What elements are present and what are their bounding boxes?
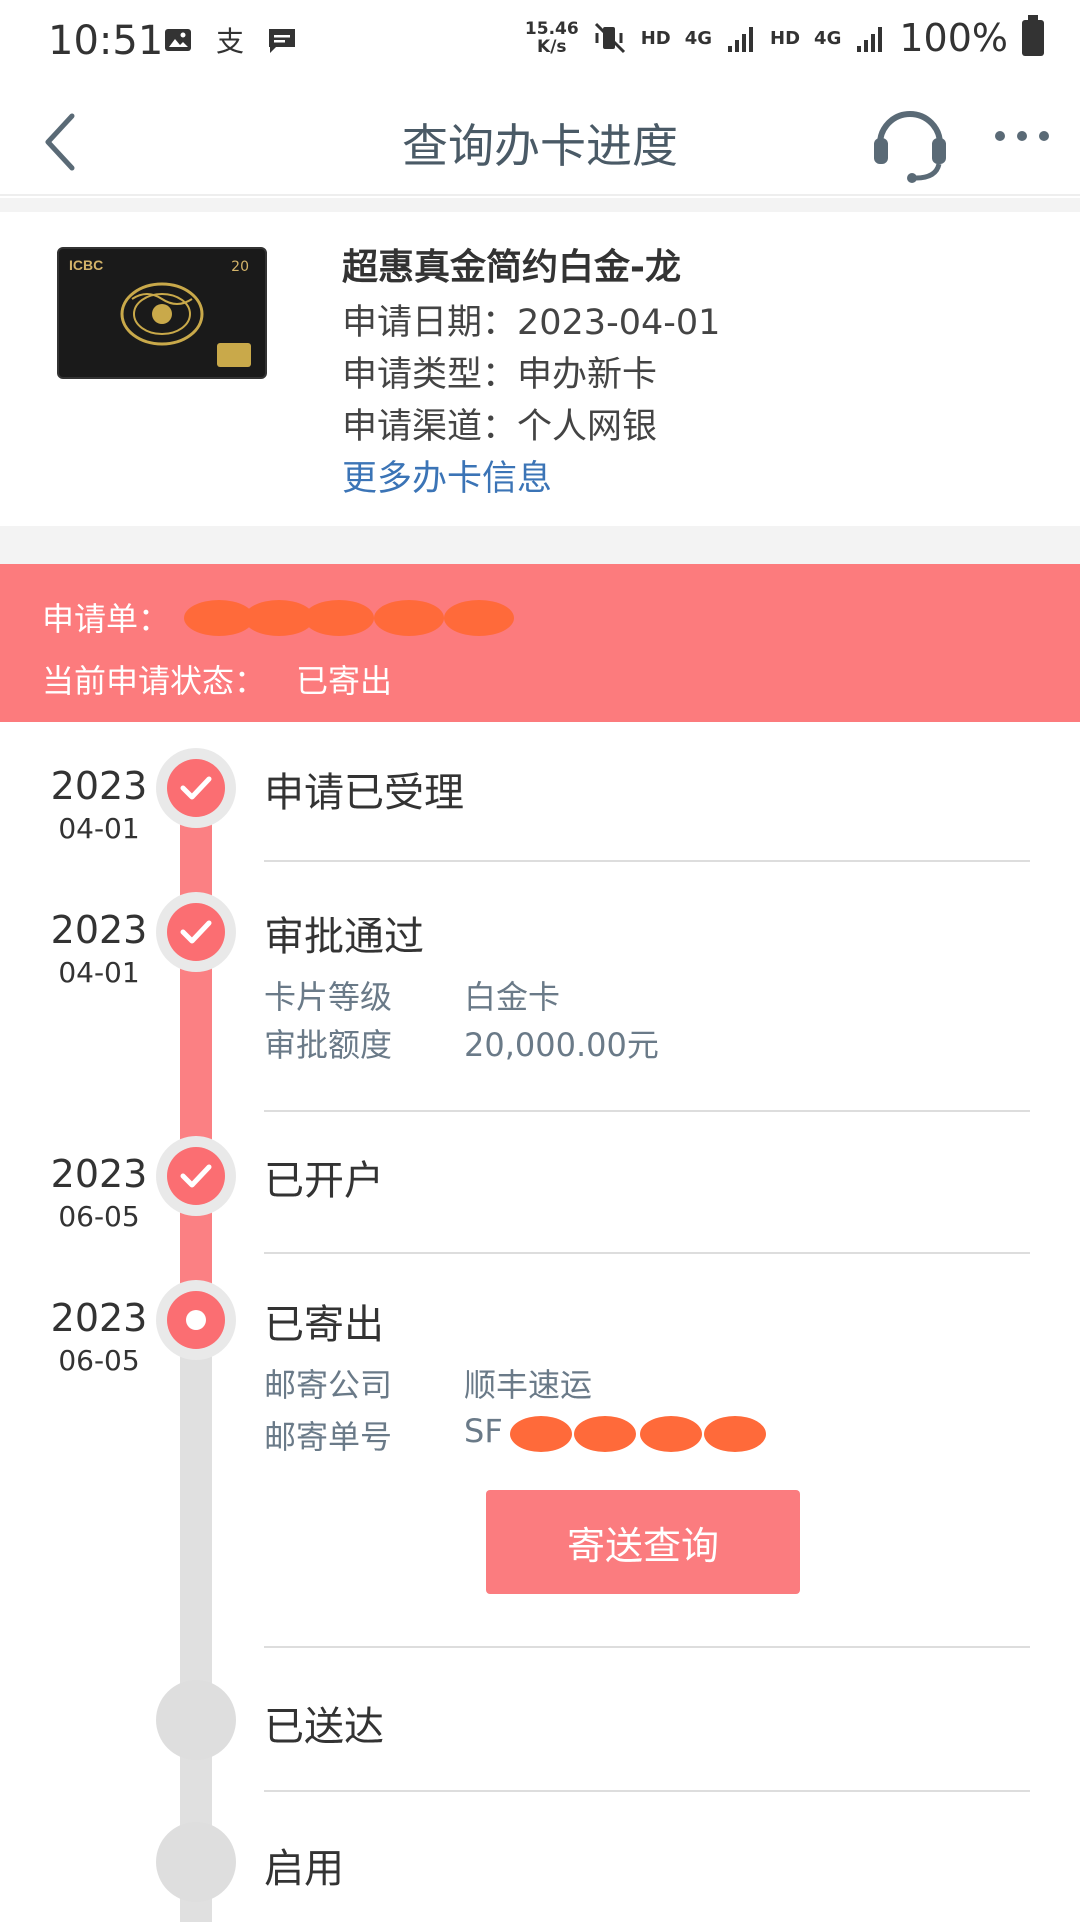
network-speed: 15.46 K/s xyxy=(525,20,579,56)
card-image: ICBC 20 xyxy=(57,247,267,379)
card-emblem: 20 xyxy=(231,259,249,275)
step-node-done xyxy=(156,1136,236,1216)
network-gen-2: 4G xyxy=(814,27,842,49)
divider xyxy=(264,1790,1030,1792)
customer-service-icon[interactable] xyxy=(870,100,950,184)
step-year: 2023 xyxy=(50,1152,148,1196)
status-right: 15.46 K/s HD 4G HD 4G 100% xyxy=(525,15,1044,60)
svg-text:支: 支 xyxy=(216,25,244,56)
current-status-row: 当前申请状态： 已寄出 xyxy=(42,656,392,702)
divider xyxy=(264,860,1030,862)
application-number-row: 申请单： xyxy=(42,594,544,640)
step-year: 2023 xyxy=(50,1296,148,1340)
detail-label: 卡片等级 xyxy=(264,978,393,1016)
redacted-tracking-number xyxy=(490,1414,790,1454)
apply-date: 申请日期：2023-04-01 xyxy=(342,303,721,343)
battery-percent: 100% xyxy=(899,16,1008,60)
detail-value: 白金卡 xyxy=(464,978,561,1016)
divider xyxy=(264,1252,1030,1254)
alipay-icon: 支 xyxy=(216,25,244,56)
hd-label-1: HD xyxy=(640,27,671,49)
apply-type: 申请类型：申办新卡 xyxy=(342,355,658,395)
card-info-section: ICBC 20 超惠真金简约白金-龙 申请日期：2023-04-01 申请类型：… xyxy=(0,212,1080,526)
step-year: 2023 xyxy=(50,908,148,952)
card-brand: ICBC xyxy=(69,257,104,273)
card-chip xyxy=(217,343,251,367)
current-status-label: 当前申请状态： xyxy=(42,662,267,700)
step-title: 审批通过 xyxy=(264,914,424,960)
nav-header: 查询办卡进度 xyxy=(0,86,1080,196)
current-status-value: 已寄出 xyxy=(296,662,393,700)
detail-label: 邮寄公司 xyxy=(264,1366,393,1404)
step-title: 已寄出 xyxy=(264,1302,384,1348)
signal-icon-1 xyxy=(728,27,754,52)
step-title: 已送达 xyxy=(264,1704,384,1750)
detail-label: 审批额度 xyxy=(264,1026,393,1064)
step-date: 06-05 xyxy=(58,1200,140,1233)
status-bar: 10:51 支 15.46 K/s HD 4G HD 4G 100% xyxy=(0,0,1080,86)
hd-label-2: HD xyxy=(770,27,801,49)
redacted-application-number xyxy=(184,596,544,638)
battery-icon xyxy=(1022,15,1044,56)
divider xyxy=(264,1646,1030,1648)
signal-icon-2 xyxy=(857,27,883,52)
track-shipment-button[interactable]: 寄送查询 xyxy=(486,1490,800,1594)
card-name: 超惠真金简约白金-龙 xyxy=(342,247,681,288)
notification-icons: 支 xyxy=(162,24,298,56)
application-status-banner: 申请单： 当前申请状态： 已寄出 xyxy=(0,564,1080,722)
detail-value: 顺丰速运 xyxy=(464,1366,593,1404)
application-number-label: 申请单： xyxy=(42,600,171,638)
divider xyxy=(264,1110,1030,1112)
step-year: 2023 xyxy=(50,764,148,808)
progress-timeline: 2023 04-01 申请已受理 2023 04-01 审批通过 卡片等级 白金… xyxy=(0,722,1080,1922)
more-card-info-link[interactable]: 更多办卡信息 xyxy=(342,450,552,501)
network-gen-1: 4G xyxy=(684,27,713,49)
step-title: 启用 xyxy=(264,1846,344,1892)
step-date: 04-01 xyxy=(58,956,140,989)
step-date: 06-05 xyxy=(58,1344,140,1377)
step-node-done xyxy=(156,892,236,972)
step-date: 04-01 xyxy=(58,812,140,845)
dragon-emblem-icon xyxy=(120,282,204,346)
step-node-done xyxy=(156,748,236,828)
section-gap xyxy=(0,198,1080,212)
image-icon xyxy=(165,29,191,51)
check-icon xyxy=(180,920,212,944)
step-title: 申请已受理 xyxy=(264,770,464,816)
status-time: 10:51 xyxy=(48,18,164,64)
detail-label: 邮寄单号 xyxy=(264,1418,393,1456)
step-node-current xyxy=(156,1280,236,1360)
message-icon xyxy=(269,29,295,53)
check-icon xyxy=(180,776,212,800)
speed-value: 15.46 xyxy=(524,19,579,39)
speed-unit: K/s xyxy=(537,37,567,57)
more-options-icon[interactable] xyxy=(990,106,1054,166)
step-node-pending xyxy=(156,1822,236,1902)
section-gap xyxy=(0,526,1080,564)
detail-value: 20,000.00元 xyxy=(464,1026,659,1064)
check-icon xyxy=(180,1164,212,1188)
step-node-pending xyxy=(156,1680,236,1760)
step-title: 已开户 xyxy=(264,1158,384,1204)
vibrate-mute-icon xyxy=(594,22,625,54)
apply-channel: 申请渠道：个人网银 xyxy=(342,407,658,447)
